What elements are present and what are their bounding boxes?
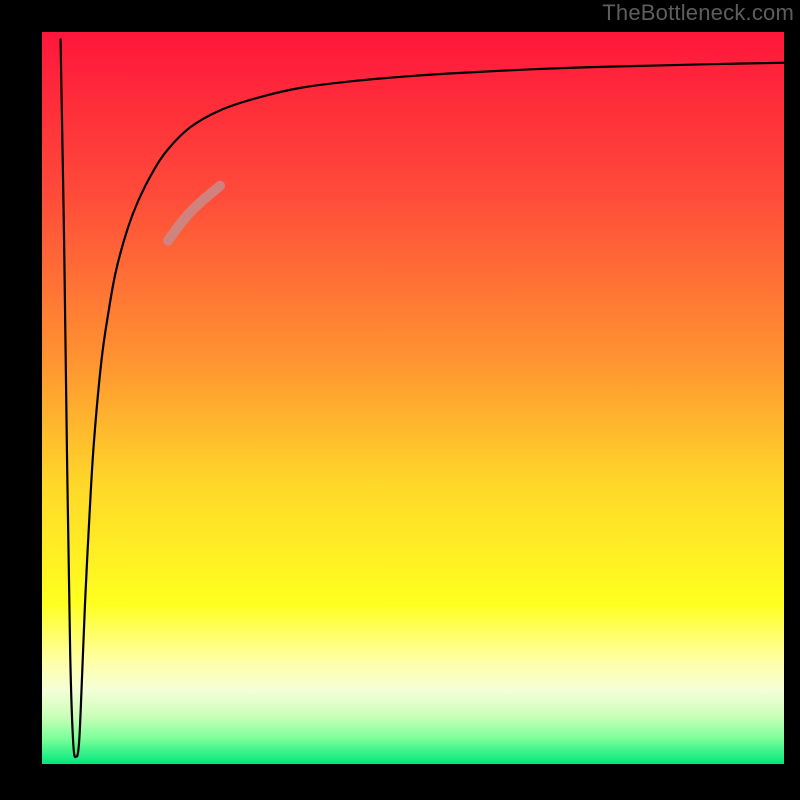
chart-plot-area — [42, 32, 784, 764]
watermark-text: TheBottleneck.com — [602, 0, 794, 26]
bottleneck-chart — [0, 0, 800, 800]
chart-container: TheBottleneck.com — [0, 0, 800, 800]
